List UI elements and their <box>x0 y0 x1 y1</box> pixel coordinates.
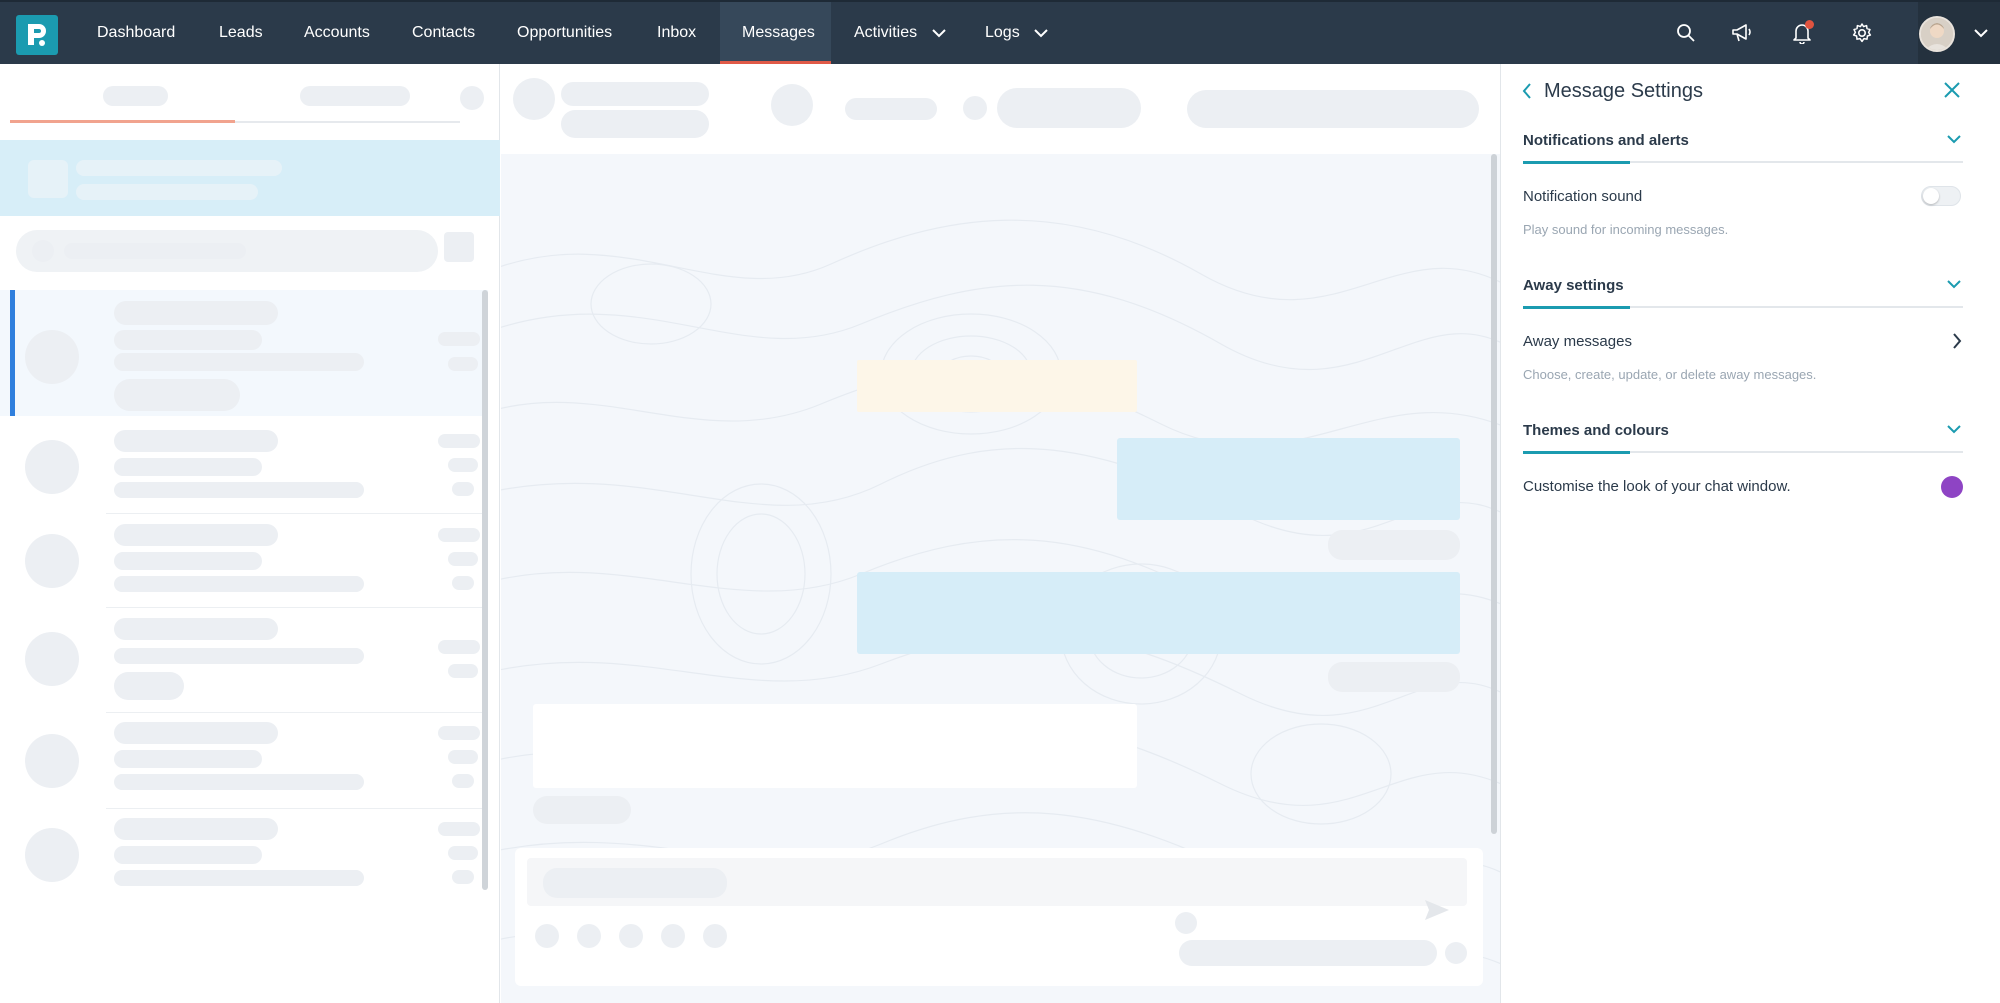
notification-sound-description: Play sound for incoming messages. <box>1523 222 1729 237</box>
icon-placeholder <box>460 86 484 110</box>
section-divider <box>1523 451 1963 454</box>
list-scrollbar[interactable] <box>482 290 488 890</box>
nav-opportunities[interactable]: Opportunities <box>495 2 634 64</box>
nav-contacts[interactable]: Contacts <box>390 2 497 64</box>
top-navigation-bar: Dashboard Leads Accounts Contacts Opport… <box>0 0 2000 64</box>
chat-panel <box>501 64 1500 1003</box>
section-themes-title[interactable]: Themes and colours <box>1523 422 1669 439</box>
chevron-down-icon <box>931 29 946 38</box>
message-bubble-placeholder <box>857 360 1137 412</box>
section-away-title[interactable]: Away settings <box>1523 277 1624 294</box>
chevron-down-icon <box>1034 29 1048 38</box>
megaphone-icon[interactable] <box>1727 18 1757 48</box>
notifications-bell-icon[interactable] <box>1787 18 1817 48</box>
nav-inbox[interactable]: Inbox <box>635 2 718 64</box>
back-chevron-icon[interactable] <box>1521 82 1533 100</box>
selected-inbox-row <box>0 140 500 216</box>
message-composer <box>515 848 1483 986</box>
gear-icon[interactable] <box>1847 18 1877 48</box>
logo-icon <box>28 24 46 46</box>
away-messages-label[interactable]: Away messages <box>1523 333 1632 350</box>
nav-messages[interactable]: Messages <box>720 2 831 64</box>
nav-accounts[interactable]: Accounts <box>282 2 392 64</box>
panel-title: Message Settings <box>1544 80 1703 102</box>
section-notifications-title[interactable]: Notifications and alerts <box>1523 132 1689 149</box>
nav-logs[interactable]: Logs <box>963 2 1070 64</box>
close-icon[interactable] <box>1942 80 1962 100</box>
nav-leads[interactable]: Leads <box>197 2 285 64</box>
tab-placeholder <box>300 86 410 106</box>
section-divider <box>1523 306 1963 309</box>
message-bubble-placeholder <box>533 704 1137 788</box>
nav-activities[interactable]: Activities <box>832 2 968 64</box>
nav-activities-label: Activities <box>854 24 918 41</box>
selected-indicator <box>10 290 15 416</box>
theme-color-swatch[interactable] <box>1941 476 1963 498</box>
notification-badge <box>1805 20 1814 29</box>
notification-sound-toggle[interactable] <box>1921 186 1961 206</box>
chevron-down-icon[interactable] <box>1947 424 1961 434</box>
message-settings-panel: Message Settings Notifications and alert… <box>1500 64 2000 1003</box>
chat-scrollbar[interactable] <box>1491 154 1497 834</box>
chevron-down-icon <box>1974 29 1988 38</box>
away-messages-description: Choose, create, update, or delete away m… <box>1523 367 1817 382</box>
chevron-right-icon[interactable] <box>1951 332 1963 350</box>
theme-customise-label: Customise the look of your chat window. <box>1523 478 1791 495</box>
nav-logs-label: Logs <box>985 24 1020 41</box>
send-icon[interactable] <box>1423 898 1451 922</box>
nav-dashboard[interactable]: Dashboard <box>75 2 197 64</box>
user-avatar[interactable] <box>1919 16 1955 52</box>
conversation-list-panel <box>0 64 500 1003</box>
chevron-down-icon[interactable] <box>1947 134 1961 144</box>
active-tab-indicator <box>10 120 235 123</box>
section-divider <box>1523 161 1963 164</box>
chat-header <box>501 64 1500 154</box>
message-bubble-placeholder <box>857 572 1460 654</box>
app-logo[interactable] <box>16 15 58 55</box>
chevron-down-icon[interactable] <box>1947 279 1961 289</box>
search-icon[interactable] <box>1671 18 1701 48</box>
message-bubble-placeholder <box>1117 438 1460 520</box>
notification-sound-label: Notification sound <box>1523 188 1643 205</box>
tab-placeholder <box>103 86 168 106</box>
